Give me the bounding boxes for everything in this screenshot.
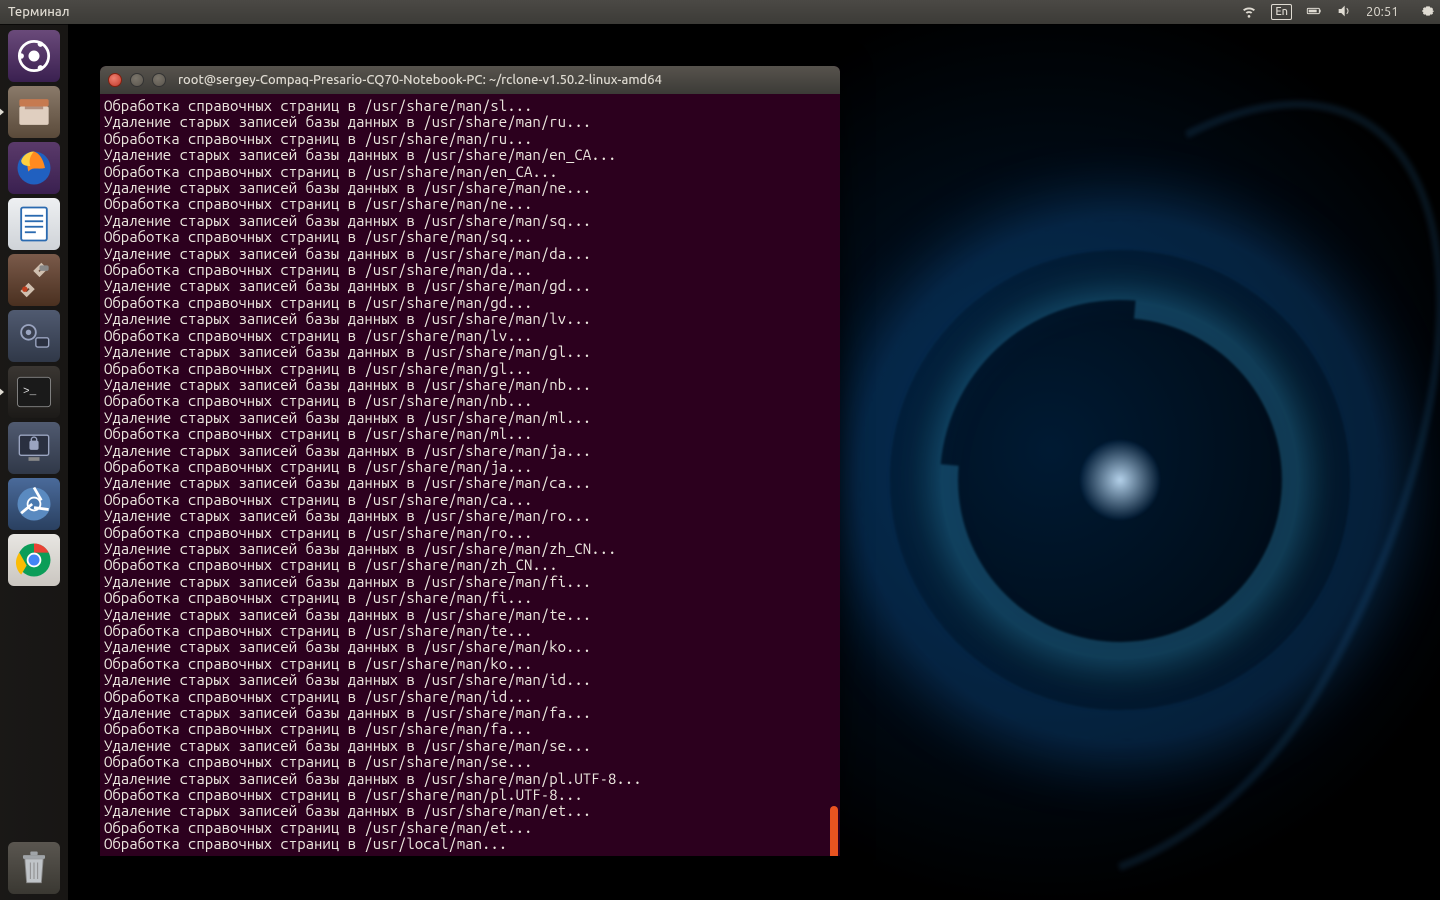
terminal-scrollbar-thumb[interactable] <box>830 806 838 856</box>
terminal-line: Обработка справочных страниц в /usr/shar… <box>104 492 836 508</box>
terminal-line: Удаление старых записей базы данных в /u… <box>104 344 836 360</box>
terminal-line: Обработка справочных страниц в /usr/loca… <box>104 836 836 852</box>
network-wifi-icon[interactable] <box>1241 3 1257 22</box>
terminal-line: Удаление старых записей базы данных в /u… <box>104 213 836 229</box>
launcher-terminal[interactable]: >_ <box>8 366 60 418</box>
app-menu-title[interactable]: Терминал <box>8 5 70 19</box>
wallpaper-swirl <box>820 60 1420 880</box>
terminal-line: Обработка справочных страниц в /usr/shar… <box>104 361 836 377</box>
window-minimize-button[interactable] <box>130 73 144 87</box>
terminal-line: Обработка справочных страниц в /usr/shar… <box>104 426 836 442</box>
terminal-line: Обработка справочных страниц в /usr/shar… <box>104 262 836 278</box>
terminal-line: Удаление старых записей базы данных в /u… <box>104 278 836 294</box>
terminal-line: Обработка справочных страниц в /usr/shar… <box>104 164 836 180</box>
terminal-line: Удаление старых записей базы данных в /u… <box>104 508 836 524</box>
unity-launcher: >_ <box>0 24 68 900</box>
terminal-line: Удаление старых записей базы данных в /u… <box>104 377 836 393</box>
launcher-dash[interactable] <box>8 30 60 82</box>
terminal-line: Удаление старых записей базы данных в /u… <box>104 541 836 557</box>
system-tray: En 20:51 <box>1241 3 1436 22</box>
terminal-line: Обработка справочных страниц в /usr/shar… <box>104 689 836 705</box>
system-gear-icon[interactable] <box>1420 3 1436 22</box>
terminal-line: Обработка справочных страниц в /usr/shar… <box>104 787 836 803</box>
terminal-line: Обработка справочных страниц в /usr/shar… <box>104 656 836 672</box>
launcher-files[interactable] <box>8 86 60 138</box>
terminal-line: Удаление старых записей базы данных в /u… <box>104 574 836 590</box>
terminal-line: Обработка справочных страниц в /usr/shar… <box>104 721 836 737</box>
terminal-line: Обработка справочных страниц в /usr/shar… <box>104 557 836 573</box>
battery-icon[interactable] <box>1306 3 1322 22</box>
launcher-chrome[interactable] <box>8 534 60 586</box>
terminal-line: Обработка справочных страниц в /usr/shar… <box>104 820 836 836</box>
terminal-line: Удаление старых записей базы данных в /u… <box>104 311 836 327</box>
volume-icon[interactable] <box>1336 3 1352 22</box>
terminal-window-title: root@sergey-Compaq-Presario-CQ70-Noteboo… <box>178 73 662 87</box>
keyboard-layout-indicator[interactable]: En <box>1271 4 1292 20</box>
terminal-line: Удаление старых записей базы данных в /u… <box>104 672 836 688</box>
terminal-line: Удаление старых записей базы данных в /u… <box>104 246 836 262</box>
terminal-line: Удаление старых записей базы данных в /u… <box>104 771 836 787</box>
terminal-line: Обработка справочных страниц в /usr/shar… <box>104 623 836 639</box>
terminal-line: Удаление старых записей базы данных в /u… <box>104 738 836 754</box>
launcher-libreoffice-writer[interactable] <box>8 198 60 250</box>
terminal-line: Обработка справочных страниц в /usr/shar… <box>104 459 836 475</box>
clock-indicator[interactable]: 20:51 <box>1366 5 1406 19</box>
terminal-line: Обработка справочных страниц в /usr/shar… <box>104 295 836 311</box>
terminal-line: Удаление старых записей базы данных в /u… <box>104 607 836 623</box>
launcher-chromium[interactable] <box>8 478 60 530</box>
terminal-line: Удаление старых записей базы данных в /u… <box>104 803 836 819</box>
terminal-line: Удаление старых записей базы данных в /u… <box>104 443 836 459</box>
terminal-line: Удаление старых записей базы данных в /u… <box>104 705 836 721</box>
terminal-line: Обработка справочных страниц в /usr/shar… <box>104 98 836 114</box>
desktop: Терминал En 20:51 <box>0 0 1440 900</box>
terminal-window[interactable]: root@sergey-Compaq-Presario-CQ70-Noteboo… <box>100 66 840 856</box>
terminal-line: Обработка справочных страниц в /usr/shar… <box>104 328 836 344</box>
svg-text:>_: >_ <box>23 386 37 398</box>
launcher-media-player[interactable] <box>8 310 60 362</box>
terminal-line: Удаление старых записей базы данных в /u… <box>104 410 836 426</box>
terminal-line: Обработка справочных страниц в /usr/shar… <box>104 525 836 541</box>
terminal-line: Обработка справочных страниц в /usr/shar… <box>104 590 836 606</box>
window-close-button[interactable] <box>108 73 122 87</box>
top-panel: Терминал En 20:51 <box>0 0 1440 24</box>
terminal-line: Удаление старых записей базы данных в /u… <box>104 147 836 163</box>
terminal-titlebar[interactable]: root@sergey-Compaq-Presario-CQ70-Noteboo… <box>100 66 840 94</box>
terminal-line: Обработка справочных страниц в /usr/shar… <box>104 754 836 770</box>
terminal-line: Удаление старых записей базы данных в /u… <box>104 114 836 130</box>
terminal-line: Удаление старых записей базы данных в /u… <box>104 639 836 655</box>
launcher-settings[interactable] <box>8 254 60 306</box>
launcher-trash[interactable] <box>8 842 60 894</box>
terminal-line: Обработка справочных страниц в /usr/shar… <box>104 196 836 212</box>
terminal-output[interactable]: Обработка справочных страниц в /usr/shar… <box>100 94 840 856</box>
terminal-line: Обработка справочных страниц в /usr/shar… <box>104 393 836 409</box>
terminal-line: Удаление старых записей базы данных в /u… <box>104 475 836 491</box>
window-maximize-button[interactable] <box>152 73 166 87</box>
terminal-line: Удаление старых записей базы данных в /u… <box>104 180 836 196</box>
terminal-line: Обработка справочных страниц в /usr/shar… <box>104 131 836 147</box>
launcher-firefox[interactable] <box>8 142 60 194</box>
launcher-lock[interactable] <box>8 422 60 474</box>
terminal-line: Обработка справочных страниц в /usr/shar… <box>104 229 836 245</box>
